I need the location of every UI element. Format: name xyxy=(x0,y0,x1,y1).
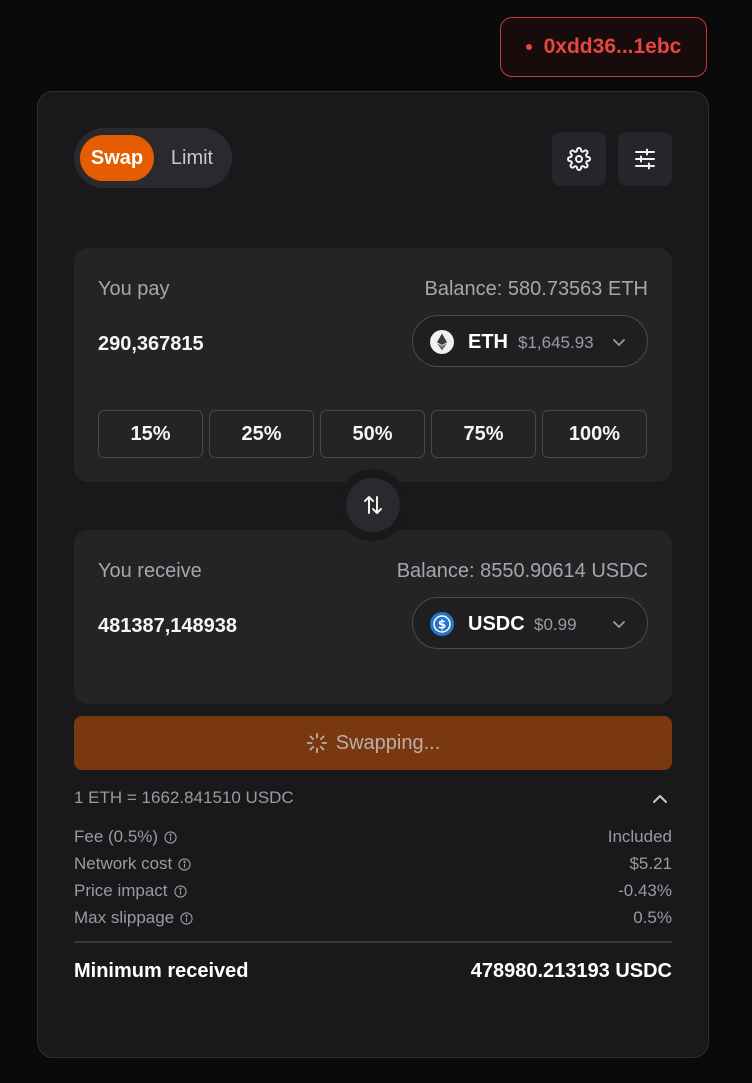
percent-100-button[interactable]: 100% xyxy=(542,410,647,458)
flip-tokens-button[interactable] xyxy=(337,469,409,541)
receive-token-selector[interactable]: $ USDC $0.99 xyxy=(412,597,648,649)
max-slippage-value: 0.5% xyxy=(633,908,672,927)
tab-limit[interactable]: Limit xyxy=(162,135,222,181)
pay-token-price: $1,645.93 xyxy=(518,333,594,352)
price-impact-value: -0.43% xyxy=(618,881,672,900)
percent-50-button[interactable]: 50% xyxy=(320,410,425,458)
divider xyxy=(74,941,672,943)
percent-15-button[interactable]: 15% xyxy=(98,410,203,458)
filters-button[interactable] xyxy=(618,132,672,186)
info-icon[interactable] xyxy=(180,911,193,925)
mode-toggle: Swap Limit xyxy=(74,128,232,188)
sliders-icon xyxy=(635,148,655,170)
info-icon[interactable] xyxy=(164,830,177,844)
pay-panel: You pay Balance: 580.73563 ETH 290,36781… xyxy=(74,248,672,482)
pay-token-selector[interactable]: ETH $1,645.93 xyxy=(412,315,648,367)
swap-button-label: Swapping... xyxy=(335,731,441,754)
tab-swap[interactable]: Swap xyxy=(80,135,154,181)
swap-card: Swap Limit You pay Balance: 580.73563 ET… xyxy=(37,91,709,1058)
fee-value: Included xyxy=(607,827,672,846)
chevron-up-icon[interactable] xyxy=(650,789,670,809)
chevron-down-icon xyxy=(613,339,625,346)
info-icon[interactable] xyxy=(173,884,187,898)
network-cost-value: $5.21 xyxy=(629,854,672,873)
network-cost-label: Network cost xyxy=(74,854,173,873)
receive-label: You receive xyxy=(98,560,202,582)
network-cost-row: Network cost $5.21 xyxy=(74,854,672,878)
price-impact-label: Price impact xyxy=(74,881,168,900)
gear-icon xyxy=(567,147,591,171)
swap-button[interactable]: Swapping... xyxy=(74,716,672,770)
ethereum-icon xyxy=(430,330,454,354)
minimum-received-value: 478980.213193 USDC xyxy=(470,960,672,982)
chevron-down-icon xyxy=(613,621,625,628)
info-icon[interactable] xyxy=(178,857,191,871)
percent-75-button[interactable]: 75% xyxy=(431,410,536,458)
usdc-icon: $ xyxy=(430,612,454,636)
settings-button[interactable] xyxy=(552,132,606,186)
exchange-rate: 1 ETH = 1662.841510 USDC xyxy=(74,788,294,807)
fee-row: Fee (0.5%) Included xyxy=(74,827,672,851)
minimum-received-label: Minimum received xyxy=(74,960,249,982)
pay-amount-input[interactable]: 290,367815 xyxy=(98,333,204,356)
wallet-address: 0xdd36...1ebc xyxy=(543,35,682,58)
pay-label: You pay xyxy=(98,278,170,300)
receive-balance[interactable]: Balance: 8550.90614 USDC xyxy=(397,560,648,583)
max-slippage-label: Max slippage xyxy=(74,908,175,927)
wallet-address-button[interactable]: 0xdd36...1ebc xyxy=(500,17,707,77)
receive-token-price: $0.99 xyxy=(534,615,577,634)
svg-text:$: $ xyxy=(438,618,446,632)
percent-25-button[interactable]: 25% xyxy=(209,410,314,458)
receive-amount-input[interactable]: 481387,148938 xyxy=(98,615,237,638)
swap-arrows-icon xyxy=(364,496,382,514)
connection-status-dot xyxy=(525,44,532,50)
pay-balance[interactable]: Balance: 580.73563 ETH xyxy=(425,278,649,301)
max-slippage-row: Max slippage 0.5% xyxy=(74,908,672,932)
price-impact-row: Price impact -0.43% xyxy=(74,881,672,905)
receive-panel: You receive Balance: 8550.90614 USDC 481… xyxy=(74,530,672,704)
fee-label: Fee (0.5%) xyxy=(74,827,159,846)
receive-token-symbol: USDC xyxy=(468,613,525,635)
spinner-icon xyxy=(306,732,327,754)
flip-button-inner xyxy=(346,478,400,532)
pay-token-symbol: ETH xyxy=(468,331,508,353)
